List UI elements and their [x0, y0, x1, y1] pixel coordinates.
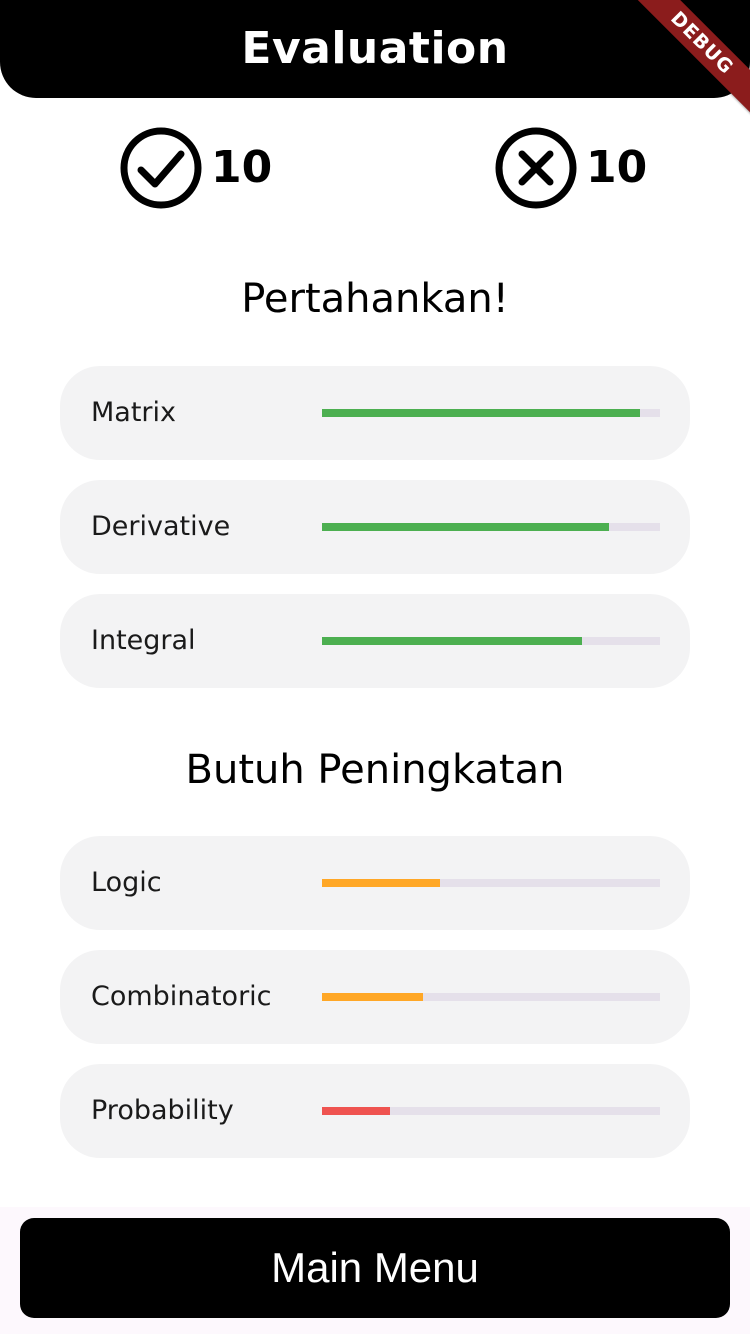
progress-bar: [322, 409, 660, 417]
progress-bar: [322, 993, 660, 1001]
topic-label: Probability: [91, 1095, 234, 1126]
correct-score: 10: [119, 126, 272, 210]
progress-bar: [322, 1107, 660, 1115]
wrong-score: 10: [494, 126, 647, 210]
topic-label: Logic: [91, 867, 162, 898]
progress-bar: [322, 637, 660, 645]
progress-fill: [322, 409, 640, 417]
section-title-weak: Butuh Peningkatan: [185, 747, 565, 793]
topic-card-combinatoric: Combinatoric: [60, 950, 690, 1044]
topic-card-logic: Logic: [60, 836, 690, 930]
app-header: Evaluation: [0, 0, 750, 98]
progress-fill: [322, 993, 424, 1001]
progress-bar: [322, 879, 660, 887]
topic-label: Derivative: [91, 511, 231, 542]
topic-label: Matrix: [91, 397, 177, 428]
main-menu-button[interactable]: Main Menu: [20, 1218, 730, 1318]
topic-label: Combinatoric: [91, 981, 272, 1012]
x-circle-icon: [495, 127, 577, 209]
topic-card-matrix: Matrix: [60, 366, 690, 460]
page-title: Evaluation: [241, 22, 509, 74]
topic-card-probability: Probability: [60, 1064, 690, 1158]
section-title-strong: Pertahankan!: [241, 276, 509, 322]
topic-card-derivative: Derivative: [60, 480, 690, 574]
correct-count: 10: [211, 142, 273, 193]
progress-fill: [322, 523, 610, 531]
evaluation-screen: Evaluation DEBUG 10 10 Pertahankan! Matr…: [0, 0, 750, 1334]
progress-bar: [322, 523, 660, 531]
check-circle-icon: [120, 127, 202, 209]
topic-card-integral: Integral: [60, 594, 690, 688]
topic-label: Integral: [91, 625, 196, 656]
progress-fill: [322, 637, 583, 645]
progress-fill: [322, 879, 441, 887]
wrong-count: 10: [586, 142, 648, 193]
progress-fill: [322, 1107, 390, 1115]
